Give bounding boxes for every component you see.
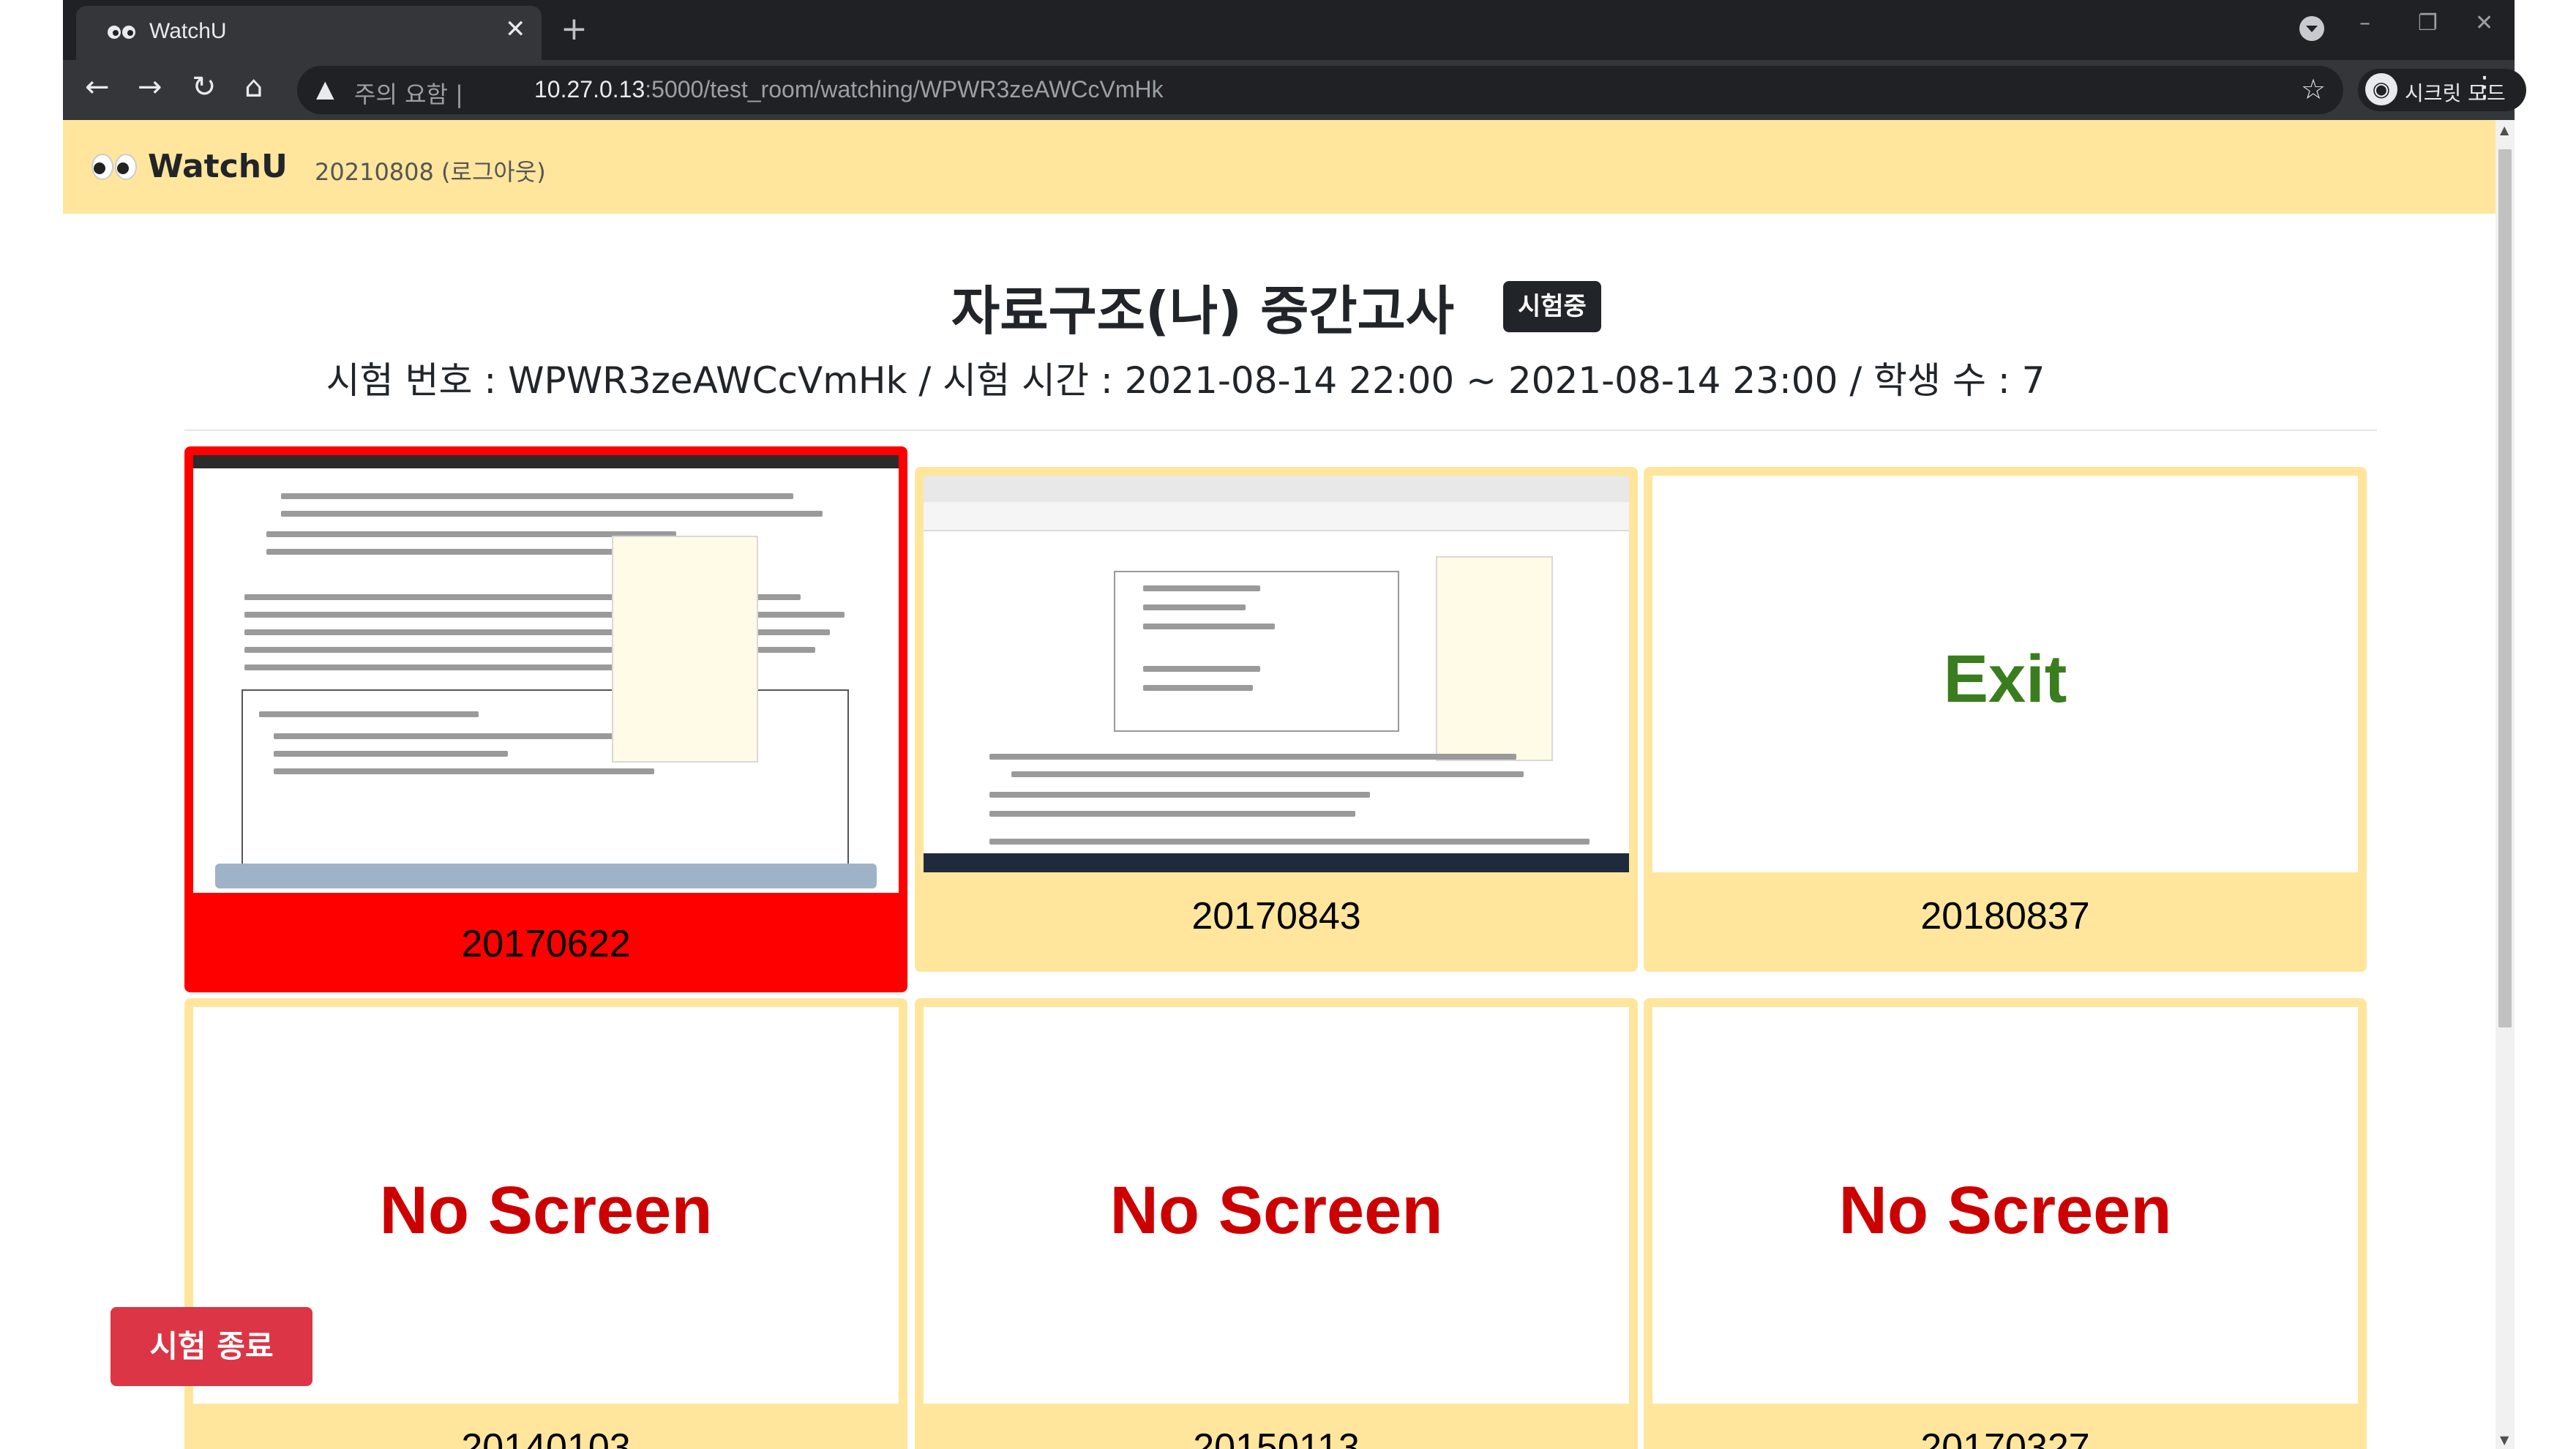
student-screen[interactable]: Exit	[1652, 476, 2358, 872]
student-id: 20150113	[1193, 1426, 1360, 1449]
app-navbar: WatchU 20210808 (로그아웃)	[63, 120, 2496, 214]
divider	[184, 430, 2377, 431]
student-card[interactable]: 20170622	[184, 446, 907, 992]
warning-icon: ▲	[316, 75, 334, 102]
student-id: 20170622	[461, 923, 631, 965]
no-screen-text: No Screen	[1838, 1173, 2172, 1248]
brand-name[interactable]: WatchU	[148, 148, 288, 185]
window-close-icon[interactable]: ✕	[2475, 10, 2493, 36]
home-icon[interactable]: ⌂	[244, 70, 263, 104]
browser-toolbar: ← → ↻ ⌂ ▲ 주의 요함 | 10.27.0.13:5000/test_r…	[63, 60, 2526, 120]
student-id: 20140103	[461, 1426, 631, 1449]
reload-icon[interactable]: ↻	[192, 70, 217, 104]
no-screen-text: No Screen	[1109, 1173, 1443, 1248]
student-screen[interactable]: No Screen	[1652, 1007, 2358, 1404]
address-bar[interactable]: ▲ 주의 요함 | 10.27.0.13:5000/test_room/watc…	[297, 66, 2343, 114]
new-tab-icon[interactable]: +	[561, 10, 588, 48]
url-text: 10.27.0.13:5000/test_room/watching/WPWR3…	[534, 76, 1164, 102]
browser-tab-bar: WatchU ✕ + – ❐ ✕	[63, 0, 2515, 60]
incognito-indicator[interactable]: ◉ 시크릿 모드	[2358, 69, 2526, 111]
browser-tab[interactable]: WatchU ✕	[76, 6, 542, 60]
minimize-icon[interactable]: –	[2359, 10, 2370, 36]
status-badge: 시험중	[1503, 281, 1601, 332]
logout-link[interactable]: 20210808 (로그아웃)	[315, 154, 546, 187]
close-tab-icon[interactable]: ✕	[505, 15, 526, 44]
student-id: 20180837	[1920, 895, 2090, 937]
scrollbar[interactable]: ▲ ▼	[2496, 120, 2515, 1449]
back-icon[interactable]: ←	[85, 70, 110, 104]
scroll-down-arrow-icon[interactable]: ▼	[2500, 1433, 2509, 1447]
scrollbar-thumb[interactable]	[2498, 149, 2512, 1027]
no-screen-text: No Screen	[379, 1173, 713, 1248]
exam-info: 시험 번호 : WPWR3zeAWCcVmHk / 시험 시간 : 2021-0…	[326, 359, 2045, 402]
eyes-icon	[108, 26, 135, 39]
bookmark-star-icon[interactable]: ☆	[2301, 73, 2326, 105]
tab-search-icon[interactable]	[2299, 16, 2324, 41]
forward-icon[interactable]: →	[138, 70, 162, 104]
student-id: 20170327	[1920, 1426, 2090, 1449]
student-card[interactable]: No Screen 20150113	[915, 998, 1638, 1449]
student-card[interactable]: No Screen 20170327	[1644, 998, 2367, 1449]
restore-icon[interactable]: ❐	[2418, 10, 2438, 36]
end-exam-button[interactable]: 시험 종료	[111, 1307, 312, 1386]
student-card[interactable]: 20170843	[915, 467, 1638, 972]
exit-status-text: Exit	[1943, 642, 2067, 716]
incognito-icon: ◉	[2365, 73, 2397, 105]
browser-menu-icon[interactable]: ⋮	[2471, 70, 2498, 102]
page-margin-left	[0, 0, 63, 1449]
screen-thumbnail	[193, 455, 899, 893]
tab-title: WatchU	[149, 19, 227, 43]
exam-title: 자료구조(나) 중간고사	[951, 280, 1455, 342]
page-margin-right	[2515, 0, 2576, 1449]
screen-thumbnail	[924, 476, 1629, 872]
student-screen[interactable]	[924, 476, 1629, 872]
student-card[interactable]: Exit 20180837	[1644, 467, 2367, 972]
student-screen[interactable]	[193, 455, 899, 893]
student-screen[interactable]: No Screen	[924, 1007, 1629, 1404]
watchu-logo-icon	[91, 154, 137, 180]
student-id: 20170843	[1191, 895, 1361, 937]
security-warning[interactable]: 주의 요함 |	[354, 76, 463, 110]
scroll-up-arrow-icon[interactable]: ▲	[2500, 123, 2509, 137]
